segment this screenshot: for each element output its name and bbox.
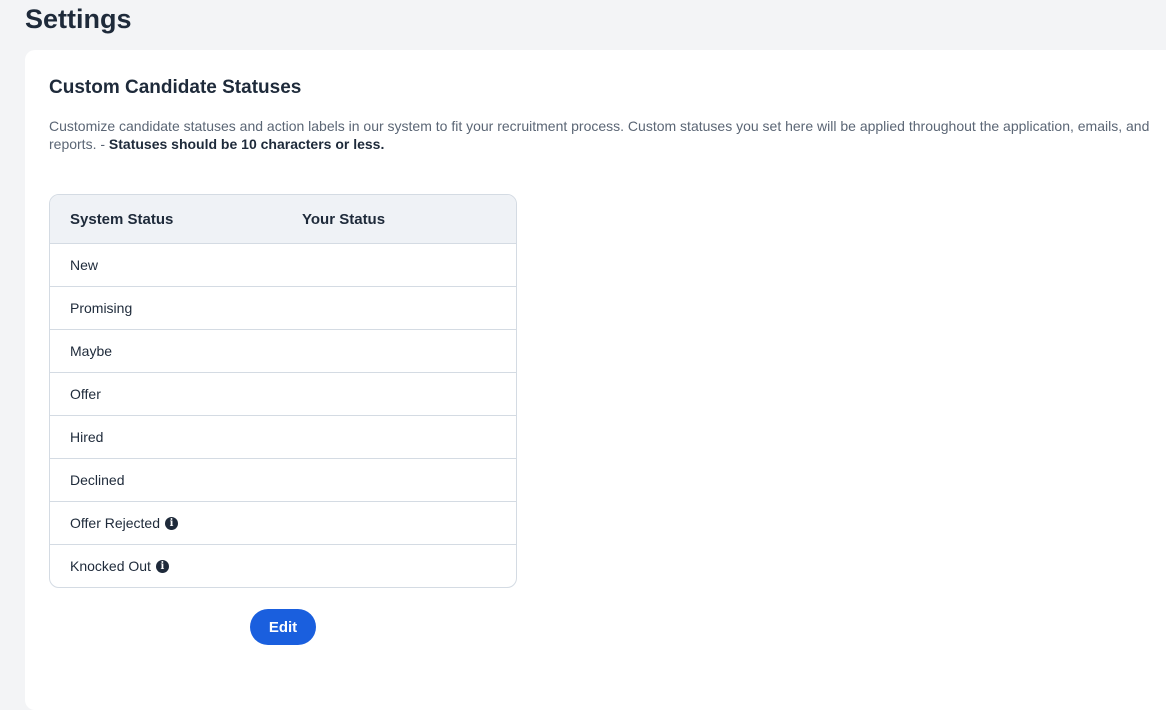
system-status-label: New bbox=[70, 257, 99, 273]
system-status-label: Declined bbox=[70, 472, 125, 488]
system-status-label: Promising bbox=[70, 300, 133, 316]
system-status-label: Knocked Out bbox=[70, 558, 151, 574]
system-status-label: Offer bbox=[70, 386, 101, 402]
info-icon[interactable]: i bbox=[155, 559, 169, 573]
table-row: Promising bbox=[50, 287, 516, 330]
section-description: Customize candidate statuses and action … bbox=[49, 117, 1159, 153]
system-status-label: Offer Rejected bbox=[70, 515, 161, 531]
system-status-label: Hired bbox=[70, 429, 104, 445]
header-your-status: Your Status bbox=[302, 210, 386, 228]
info-icon[interactable]: i bbox=[165, 516, 179, 530]
header-system-status: System Status bbox=[70, 210, 174, 228]
table-row: Knocked Out i bbox=[50, 545, 516, 587]
table-row: New bbox=[50, 244, 516, 287]
settings-card: Custom Candidate Statuses Customize cand… bbox=[25, 50, 1166, 710]
section-description-emphasis: Statuses should be 10 characters or less… bbox=[108, 136, 385, 152]
system-status-label: Maybe bbox=[70, 343, 113, 359]
table-row: Maybe bbox=[50, 330, 516, 373]
table-header: System Status Your Status bbox=[50, 195, 516, 244]
page-title: Settings bbox=[25, 4, 132, 34]
edit-button[interactable]: Edit bbox=[250, 609, 316, 645]
section-title: Custom Candidate Statuses bbox=[49, 77, 302, 98]
table-row: Hired bbox=[50, 416, 516, 459]
status-table: System Status Your Status New Promising … bbox=[49, 194, 517, 588]
table-row: Offer bbox=[50, 373, 516, 416]
table-row: Offer Rejected i bbox=[50, 502, 516, 545]
table-row: Declined bbox=[50, 459, 516, 502]
